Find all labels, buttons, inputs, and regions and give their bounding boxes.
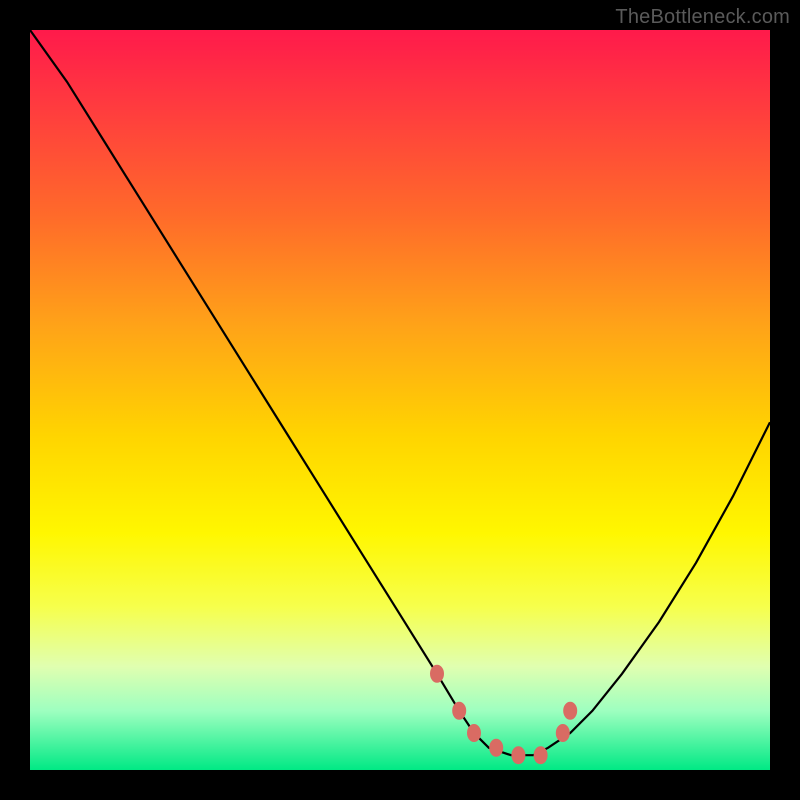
chart-frame: TheBottleneck.com	[0, 0, 800, 800]
highlight-marker	[534, 746, 548, 764]
highlight-marker	[511, 746, 525, 764]
highlight-marker	[467, 724, 481, 742]
highlight-marker	[489, 739, 503, 757]
watermark-text: TheBottleneck.com	[615, 6, 790, 29]
highlight-markers	[430, 665, 577, 764]
highlight-marker	[430, 665, 444, 683]
highlight-marker	[556, 724, 570, 742]
highlight-marker	[452, 702, 466, 720]
curve-svg	[30, 30, 770, 770]
plot-area	[30, 30, 770, 770]
highlight-marker	[563, 702, 577, 720]
bottleneck-curve-path	[30, 30, 770, 755]
